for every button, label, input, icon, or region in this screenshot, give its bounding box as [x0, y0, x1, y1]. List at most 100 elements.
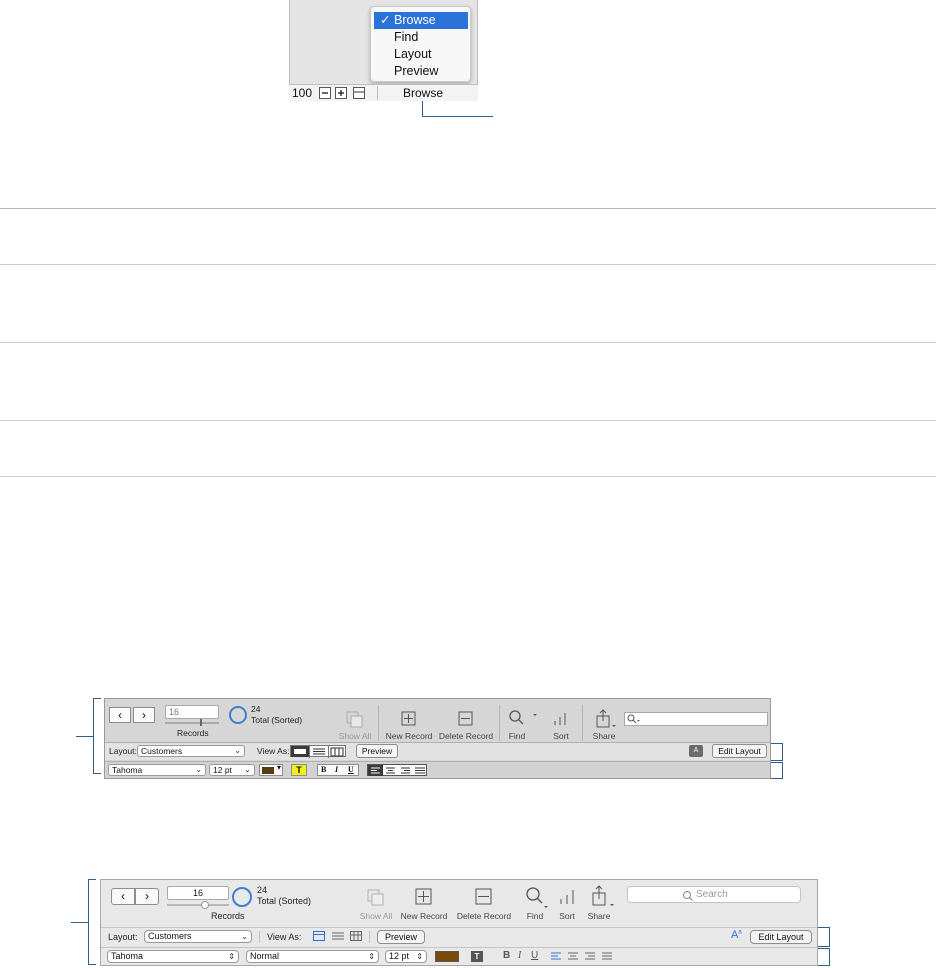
underline-button[interactable]: U [531, 950, 538, 961]
italic-button[interactable]: I [518, 950, 521, 961]
highlight-color-icon[interactable]: T [471, 951, 483, 962]
previous-record-button[interactable]: ‹ [109, 707, 131, 723]
search-field[interactable]: Search [627, 886, 801, 903]
zoom-out-icon[interactable] [319, 87, 331, 99]
divider [582, 705, 583, 741]
italic-button[interactable]: I [335, 765, 338, 774]
zoom-in-icon[interactable] [335, 87, 347, 99]
callout-bracket [93, 698, 101, 774]
view-as-segmented [290, 745, 346, 758]
formatting-bar-toggle-icon[interactable]: Aa [731, 929, 742, 941]
status-bar: 100 Browse [289, 84, 478, 101]
layout-menu[interactable]: Customers ⌄ [137, 745, 245, 757]
callout-bracket [818, 948, 830, 966]
mode-popup-menu: ✓ Browse Find Layout Preview [370, 6, 471, 82]
view-as-table-icon[interactable] [350, 931, 362, 942]
layout-menu-value: Customers [148, 931, 192, 941]
record-slider-thumb[interactable] [200, 719, 202, 726]
show-all-icon[interactable] [367, 889, 385, 907]
quick-find-field[interactable] [624, 712, 768, 726]
edit-layout-button[interactable]: Edit Layout [750, 930, 812, 944]
mode-menu-item-preview[interactable]: Preview [374, 63, 468, 80]
checkmark-icon: ✓ [380, 13, 391, 27]
next-record-button[interactable]: › [133, 707, 155, 723]
preview-button[interactable]: Preview [377, 930, 425, 944]
share-icon[interactable] [595, 709, 617, 729]
font-style-menu[interactable]: Normal ⇕ [246, 950, 379, 963]
layout-menu-value: Customers [141, 746, 183, 756]
layout-label: Layout: [108, 932, 138, 942]
sort-label: Sort [559, 911, 575, 921]
delete-record-label: Delete Record [438, 731, 494, 741]
view-as-list-icon[interactable] [332, 931, 344, 942]
text-style-group: B I U [317, 764, 359, 776]
total-count: 24 [257, 885, 268, 895]
record-slider[interactable] [167, 904, 229, 906]
mode-menu-item-browse[interactable]: ✓ Browse [374, 12, 468, 29]
view-as-form-icon[interactable] [313, 931, 325, 942]
total-sorted-label: Total (Sorted) [257, 896, 312, 906]
record-slider-thumb[interactable] [201, 901, 209, 909]
new-record-icon[interactable] [415, 888, 433, 906]
mode-menu-item-layout[interactable]: Layout [374, 46, 468, 63]
view-as-table-icon[interactable] [330, 747, 344, 757]
show-all-label: Show All [338, 731, 372, 741]
formatting-bar: Tahoma ⇕ Normal ⇕ 12 pt ⇕ T B I U [101, 947, 817, 965]
layout-label: Layout: [109, 746, 137, 756]
sort-icon[interactable] [558, 888, 576, 906]
align-justify-icon[interactable] [602, 952, 612, 960]
callout-line [76, 736, 93, 737]
alignment-group [551, 952, 612, 960]
record-slider[interactable] [165, 722, 219, 724]
edit-layout-button[interactable]: Edit Layout [712, 744, 767, 758]
bold-button[interactable]: B [503, 950, 510, 961]
show-all-label: Show All [359, 911, 393, 921]
font-menu[interactable]: Tahoma ⌄ [108, 764, 206, 776]
previous-record-button[interactable]: ‹ [111, 888, 135, 905]
mode-menu-item-label: Browse [394, 13, 436, 27]
share-label: Share [587, 911, 611, 921]
next-record-button[interactable]: › [135, 888, 159, 905]
font-menu[interactable]: Tahoma ⇕ [107, 950, 239, 963]
align-left-icon[interactable] [551, 952, 561, 960]
show-all-icon[interactable] [346, 711, 364, 729]
mode-menu-item-find[interactable]: Find [374, 29, 468, 46]
preview-button[interactable]: Preview [356, 744, 398, 758]
find-icon[interactable] [508, 709, 538, 727]
chevron-down-icon: ⌄ [244, 765, 251, 774]
formatting-bar-toggle-icon[interactable]: A [689, 745, 703, 757]
font-size-menu[interactable]: 12 pt ⇕ [385, 950, 427, 963]
layout-bar: Layout: Customers ⌄ View As: Preview Aa E… [101, 927, 817, 946]
sort-icon[interactable] [553, 711, 569, 727]
callout-bracket [818, 927, 830, 947]
toggle-toolbar-icon[interactable] [353, 87, 365, 99]
highlight-color-button[interactable]: T [291, 764, 307, 776]
find-icon[interactable] [525, 886, 551, 910]
share-icon[interactable] [591, 885, 615, 909]
text-color-picker[interactable]: ▾ [259, 763, 283, 776]
underline-button[interactable]: U [348, 765, 354, 774]
record-number-field[interactable]: 16 [165, 705, 219, 719]
divider [378, 705, 379, 741]
zoom-level[interactable]: 100 [292, 86, 312, 100]
record-number-field[interactable]: 16 [167, 886, 229, 900]
new-record-icon[interactable] [401, 711, 417, 727]
chevron-down-icon: ⌄ [241, 932, 248, 941]
delete-record-label: Delete Record [456, 911, 512, 921]
text-color-swatch[interactable] [435, 951, 459, 962]
font-size-value: 12 pt [389, 951, 410, 961]
delete-record-icon[interactable] [475, 888, 493, 906]
layout-menu[interactable]: Customers ⌄ [144, 930, 252, 943]
font-size-menu[interactable]: 12 pt ⌄ [209, 764, 255, 776]
view-as-label: View As: [267, 932, 302, 942]
bold-button[interactable]: B [321, 765, 326, 774]
align-center-icon[interactable] [568, 952, 578, 960]
delete-record-icon[interactable] [458, 711, 474, 727]
callout-bracket [771, 743, 783, 761]
callout-line [422, 101, 423, 117]
callout-line [71, 922, 88, 923]
new-record-label: New Record [385, 731, 433, 741]
divider [0, 264, 936, 265]
align-right-icon[interactable] [585, 952, 595, 960]
mode-popup-button[interactable]: Browse [377, 86, 468, 100]
